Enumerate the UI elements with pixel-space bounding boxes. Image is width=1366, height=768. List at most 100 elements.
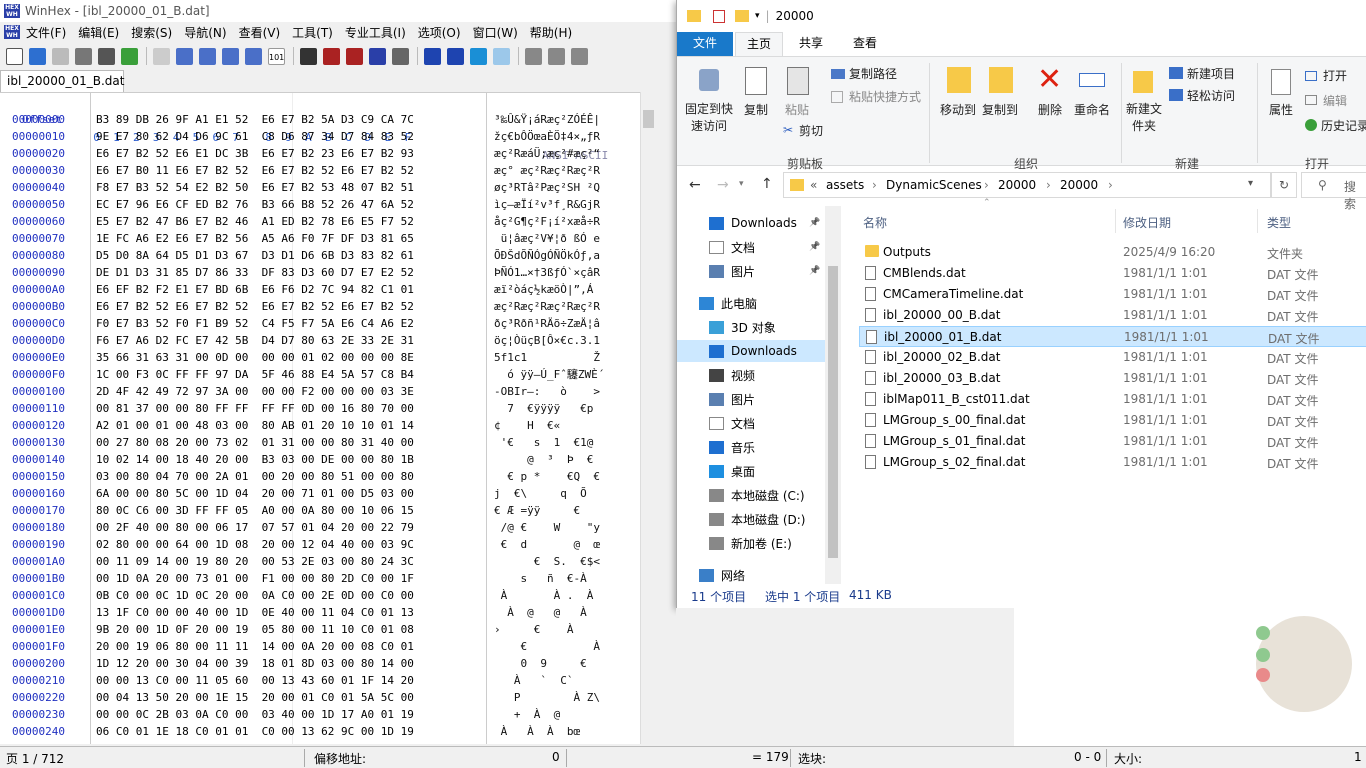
mascot-button-1-icon[interactable] bbox=[1256, 626, 1270, 640]
row-ansi[interactable]: À @ @ À bbox=[494, 604, 600, 621]
back-arrow-icon[interactable] bbox=[470, 47, 487, 65]
mascot-button-3-icon[interactable] bbox=[1256, 668, 1270, 682]
copy-icon[interactable] bbox=[745, 67, 767, 95]
row-ansi[interactable]: 5f1c1 Ž bbox=[494, 349, 600, 366]
row-bytes[interactable]: 1D 12 20 00 30 04 00 39 18 01 8D 03 00 8… bbox=[96, 655, 414, 672]
move-to-icon[interactable] bbox=[947, 67, 971, 93]
recent-dropdown-icon[interactable]: ▾ bbox=[739, 179, 744, 189]
row-bytes[interactable]: D5 D0 8A 64 D5 D1 D3 67 D3 D1 D6 6B D3 8… bbox=[96, 247, 414, 264]
file-row[interactable]: LMGroup_s_01_final.dat 1981/1/1 1:01 DAT 文… bbox=[859, 431, 1366, 452]
row-bytes[interactable]: 0B C0 00 0C 1D 0C 20 00 0A C0 00 2E 0D 0… bbox=[96, 587, 414, 604]
hex-row[interactable]: 00000140 10 02 14 00 18 40 20 00 B3 03 00… bbox=[0, 451, 640, 468]
hex-row[interactable]: 000000F0 1C 00 F3 0C FF FF 97 DA 5F 46 88… bbox=[0, 366, 640, 383]
file-row[interactable]: ibl_20000_01_B.dat 1981/1/1 1:01 DAT 文件 bbox=[859, 326, 1366, 347]
search-input[interactable]: ⚲ 搜索 bbox=[1301, 172, 1366, 211]
row-ansi[interactable]: s ñ €-À bbox=[494, 570, 600, 587]
row-bytes[interactable]: F0 E7 B3 52 F0 F1 B9 52 C4 F5 F7 5A E6 C… bbox=[96, 315, 414, 332]
replace-hex2-icon[interactable] bbox=[392, 47, 409, 65]
row-ansi[interactable]: æç° æç²Ræç²Ræç²R bbox=[494, 162, 600, 179]
forward-arrow-icon[interactable] bbox=[493, 47, 510, 65]
hex-row[interactable]: 00000010 9E E7 80 62 D4 D6 9C 61 C8 D6 87… bbox=[0, 128, 640, 145]
save-icon[interactable] bbox=[52, 47, 69, 65]
edit-button[interactable]: 编辑 bbox=[1323, 92, 1347, 109]
hex-row[interactable]: 000000A0 E6 EF B2 F2 E1 E7 BD 6B E6 F6 D2… bbox=[0, 281, 640, 298]
move-to-button[interactable]: 移动到 bbox=[935, 101, 981, 118]
row-bytes[interactable]: F8 E7 B3 52 54 E2 B2 50 E6 E7 B2 53 48 0… bbox=[96, 179, 414, 196]
properties-button[interactable]: 属性 bbox=[1265, 101, 1297, 118]
row-bytes[interactable]: 13 1F C0 00 00 40 00 1D 0E 40 00 11 04 C… bbox=[96, 604, 414, 621]
hex-row[interactable]: 000001E0 9B 20 00 1D 0F 20 00 19 05 80 00… bbox=[0, 621, 640, 638]
tab-file[interactable]: ibl_20000_01_B.dat bbox=[0, 70, 124, 92]
menu-file[interactable]: 文件(F) bbox=[26, 24, 66, 41]
row-bytes[interactable]: 00 27 80 08 20 00 73 02 01 31 00 00 80 3… bbox=[96, 434, 414, 451]
new-folder-icon[interactable] bbox=[1133, 71, 1153, 93]
new-item-icon[interactable] bbox=[1169, 67, 1183, 79]
row-ansi[interactable]: /@ € W "y bbox=[494, 519, 600, 536]
nav-item[interactable]: 音乐 bbox=[677, 436, 827, 458]
row-ansi[interactable]: À ` C` bbox=[494, 672, 600, 689]
row-ansi[interactable]: 0 9 € bbox=[494, 655, 600, 672]
cut-button[interactable]: 剪切 bbox=[799, 122, 823, 139]
row-bytes[interactable]: DE D1 D3 31 85 D7 86 33 DF 83 D3 60 D7 E… bbox=[96, 264, 414, 281]
nav-item[interactable]: 文档 bbox=[677, 412, 827, 434]
cut-icon[interactable]: ✂ bbox=[783, 123, 793, 137]
row-ansi[interactable]: åç²G¶ç²F¡í²xæå÷R bbox=[494, 213, 600, 230]
copy-button[interactable]: 复制 bbox=[739, 101, 773, 118]
row-bytes[interactable]: 00 2F 40 00 80 00 06 17 07 57 01 04 20 0… bbox=[96, 519, 414, 536]
row-ansi[interactable]: € S. €$< bbox=[494, 553, 600, 570]
row-bytes[interactable]: 9B 20 00 1D 0F 20 00 19 05 80 00 11 10 C… bbox=[96, 621, 414, 638]
new-item-button[interactable]: 新建项目 bbox=[1187, 65, 1235, 82]
nav-item[interactable]: 3D 对象 bbox=[677, 316, 827, 338]
menu-navigate[interactable]: 导航(N) bbox=[184, 24, 226, 41]
hex-row[interactable]: 00000180 00 2F 40 00 80 00 06 17 07 57 01… bbox=[0, 519, 640, 536]
paste-icon[interactable] bbox=[222, 47, 239, 65]
row-ansi[interactable]: € À bbox=[494, 638, 607, 655]
tab-home[interactable]: 主页 bbox=[735, 32, 783, 56]
open-icon[interactable] bbox=[1305, 71, 1317, 81]
quick-access-dropdown-icon[interactable]: ▾ bbox=[755, 11, 760, 21]
row-ansi[interactable]: ÞÑÓ1…×†3ßƒÓ`×çâR bbox=[494, 264, 600, 281]
hex-row[interactable]: 00000150 03 00 80 04 70 00 2A 01 00 20 00… bbox=[0, 468, 640, 485]
rename-button[interactable]: 重命名 bbox=[1071, 101, 1113, 118]
row-bytes[interactable]: 03 00 80 04 70 00 2A 01 00 20 00 80 51 0… bbox=[96, 468, 414, 485]
menu-help[interactable]: 帮助(H) bbox=[530, 24, 572, 41]
nav-item[interactable]: 图片 📌 bbox=[677, 260, 827, 282]
nav-item[interactable]: 桌面 bbox=[677, 460, 827, 482]
hex-row[interactable]: 000001B0 00 1D 0A 20 00 73 01 00 F1 00 00… bbox=[0, 570, 640, 587]
paste-special-icon[interactable] bbox=[245, 47, 262, 65]
hex-row[interactable]: 00000110 00 81 37 00 00 80 FF FF FF FF 0D… bbox=[0, 400, 640, 417]
open-button[interactable]: 打开 bbox=[1323, 67, 1347, 84]
menu-edit[interactable]: 编辑(E) bbox=[78, 24, 119, 41]
hex-row[interactable]: 000001A0 00 11 09 14 00 19 80 20 00 53 2E… bbox=[0, 553, 640, 570]
menu-window[interactable]: 窗口(W) bbox=[473, 24, 518, 41]
row-bytes[interactable]: 02 80 00 00 64 00 1D 08 20 00 12 04 40 0… bbox=[96, 536, 414, 553]
nav-item[interactable]: 此电脑 bbox=[677, 292, 827, 314]
row-bytes[interactable]: 1E FC A6 E2 E6 E7 B2 56 A5 A6 F0 7F DF D… bbox=[96, 230, 414, 247]
row-ansi[interactable]: + À @ bbox=[494, 706, 607, 723]
new-folder-button[interactable]: 新建文件夹 bbox=[1125, 101, 1163, 135]
hex-editor[interactable]: Offset 0 1 2 3 4 5 6 7 8 9 A B C D E F A… bbox=[0, 92, 656, 744]
breadcrumb-overflow[interactable]: « bbox=[810, 178, 817, 192]
row-ansi[interactable]: -OBIr—: ò > bbox=[494, 383, 600, 400]
find-icon[interactable] bbox=[300, 47, 317, 65]
row-ansi[interactable]: æç²RæáÜ;æç²#æç²“ bbox=[494, 145, 600, 162]
column-type[interactable]: 类型 bbox=[1267, 214, 1291, 231]
row-ansi[interactable]: ü¦âæç²V¥¦ð ßÓ e bbox=[494, 230, 600, 247]
goto-offset-icon[interactable] bbox=[424, 47, 441, 65]
hex-row[interactable]: 00000020 E6 E7 B2 52 E6 E1 DC 3B E6 E7 B2… bbox=[0, 145, 640, 162]
row-bytes[interactable]: 00 81 37 00 00 80 FF FF FF FF 0D 00 16 8… bbox=[96, 400, 414, 417]
row-bytes[interactable]: 00 00 0C 2B 03 0A C0 00 03 40 00 1D 17 A… bbox=[96, 706, 414, 723]
row-ansi[interactable]: ìç–æÏí²v³f¸R&GjR bbox=[494, 196, 600, 213]
hex-row[interactable]: 000000D0 F6 E7 A6 D2 FC E7 42 5B D4 D7 80… bbox=[0, 332, 640, 349]
file-row[interactable]: LMGroup_s_00_final.dat 1981/1/1 1:01 DAT 文… bbox=[859, 410, 1366, 431]
hex-row[interactable]: 00000200 1D 12 20 00 30 04 00 39 18 01 8D… bbox=[0, 655, 640, 672]
column-name[interactable]: 名称 bbox=[863, 214, 887, 231]
rename-icon[interactable] bbox=[1079, 73, 1105, 87]
pin-quick-access-button[interactable]: 固定到快速访问 bbox=[681, 101, 737, 135]
nav-item[interactable]: 图片 bbox=[677, 388, 827, 410]
nav-item[interactable]: 本地磁盘 (C:) bbox=[677, 484, 827, 506]
menu-tools[interactable]: 工具(T) bbox=[292, 24, 333, 41]
hex-row[interactable]: 000001F0 20 00 19 06 80 00 11 11 14 00 0A… bbox=[0, 638, 640, 655]
hex-row[interactable]: 00000060 E5 E7 B2 47 B6 E7 B2 46 A1 ED B2… bbox=[0, 213, 640, 230]
row-bytes[interactable]: 80 0C C6 00 3D FF FF 05 A0 00 0A 80 00 1… bbox=[96, 502, 414, 519]
